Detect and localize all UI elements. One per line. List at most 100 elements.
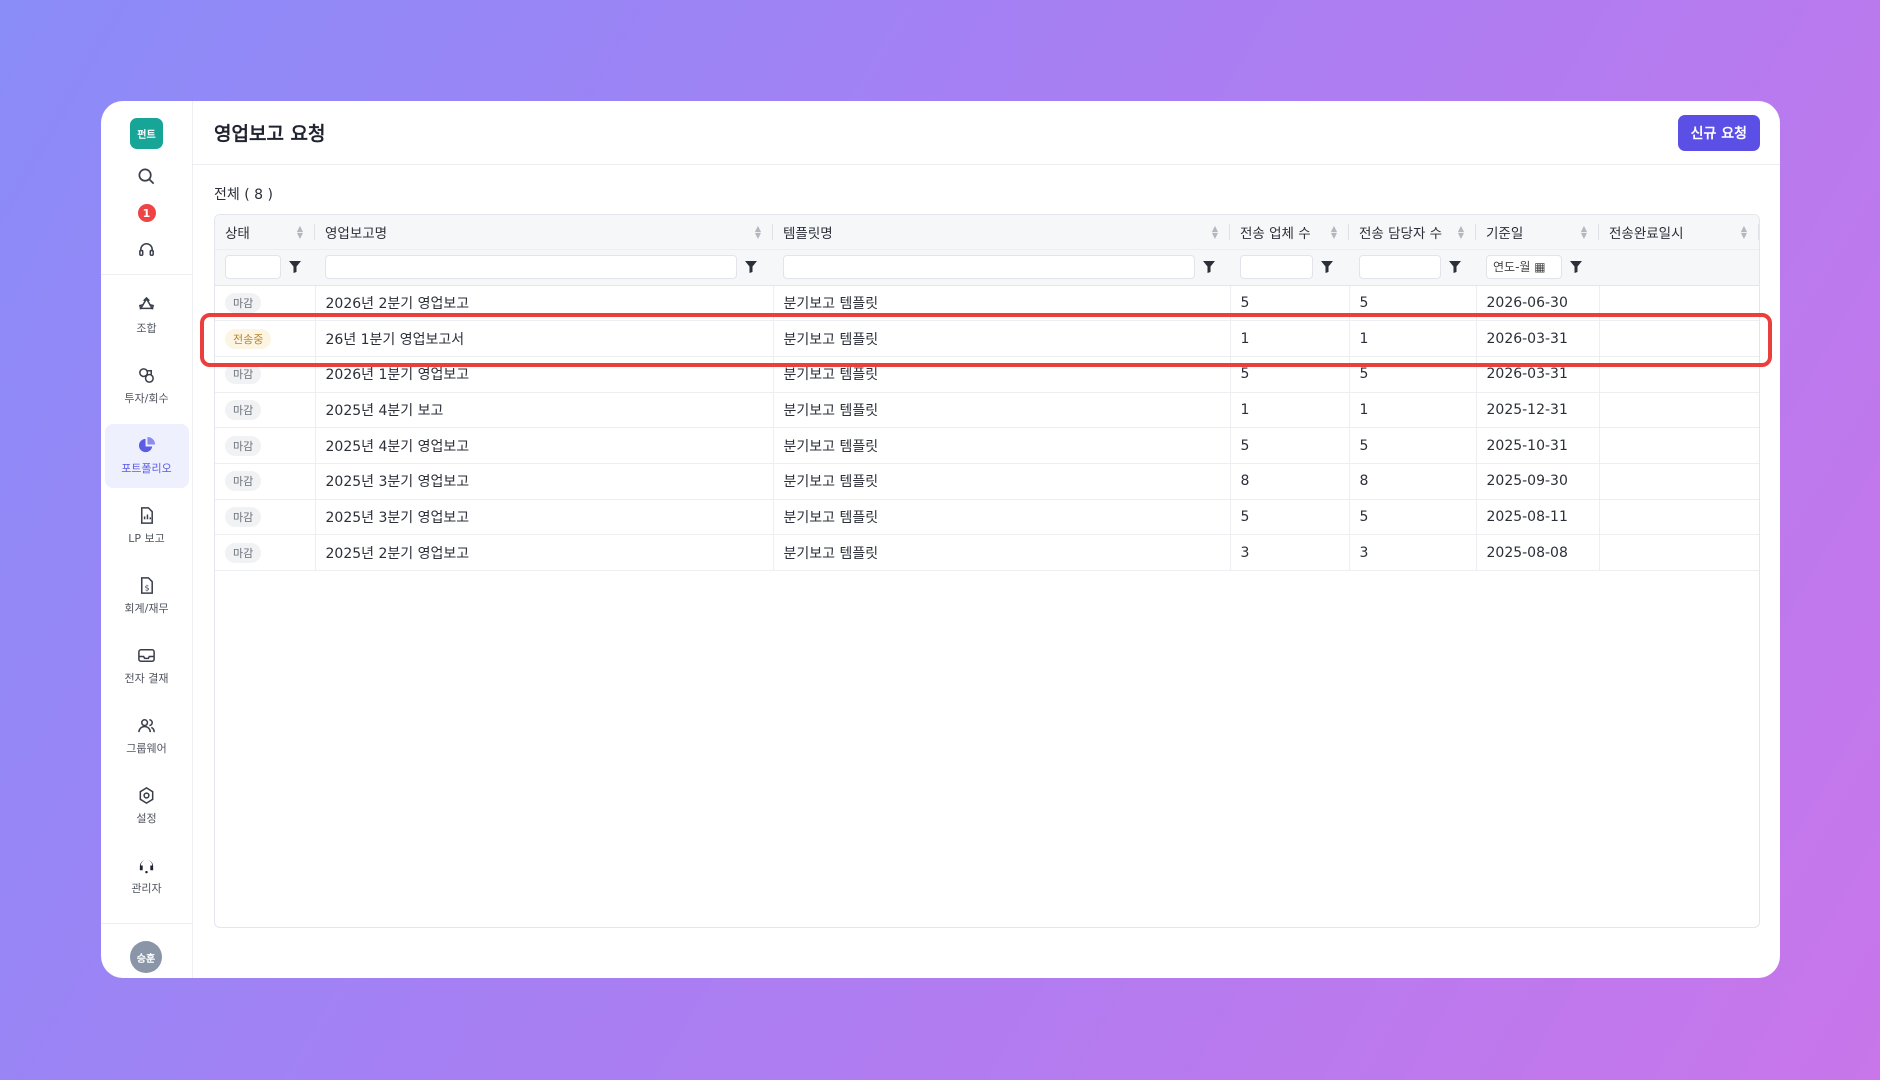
sidebar-item-admin[interactable]: 관리자 (105, 844, 189, 908)
table-row[interactable]: 마감 2025년 4분기 영업보고 분기보고 템플릿 5 5 2025-10-31 (215, 427, 1759, 464)
table-cell-companies: 3 (1230, 534, 1350, 571)
sidebar-item-accounting[interactable]: $ 회계/재무 (105, 564, 189, 628)
sidebar-divider (101, 274, 193, 275)
table-row[interactable]: 마감 2026년 1분기 영업보고 분기보고 템플릿 5 5 2026-03-31 (215, 356, 1759, 393)
table-cell-managers: 3 (1349, 534, 1477, 571)
table-cell-managers: 1 (1349, 320, 1477, 357)
column-header-manager-count[interactable]: 전송 담당자 수 ▲ ▼ (1349, 215, 1476, 250)
table-cell-managers: 5 (1349, 499, 1477, 536)
column-label: 상태 (225, 225, 250, 242)
filter-icon[interactable] (1203, 261, 1215, 273)
table-cell-base-date: 2026-03-31 (1476, 356, 1600, 393)
filter-icon[interactable] (289, 261, 301, 273)
sort-icon[interactable]: ▲ ▼ (755, 225, 761, 240)
people-icon (138, 719, 155, 733)
manager-count-filter-input[interactable] (1359, 255, 1441, 279)
accounting-icon: $ (140, 577, 153, 594)
sidebar-item-lp-report[interactable]: LP 보고 (105, 494, 189, 558)
table-cell-status: 마감 (215, 392, 316, 429)
sidebar-item-settings[interactable]: 설정 (105, 774, 189, 838)
status-badge: 마감 (225, 399, 262, 420)
table-cell-status: 마감 (215, 427, 316, 464)
sort-icon[interactable]: ▲ ▼ (1581, 225, 1587, 240)
base-date-filter-input[interactable]: 연도-월 ▦ (1486, 255, 1562, 279)
table-cell-status: 마감 (215, 499, 316, 536)
filter-row: 연도-월 ▦ (215, 249, 1759, 286)
sidebar-item-investment[interactable]: 투자/회수 (105, 354, 189, 418)
table-row[interactable]: 마감 2025년 2분기 영업보고 분기보고 템플릿 3 3 2025-08-08 (215, 534, 1759, 571)
table-row[interactable]: 마감 2025년 3분기 영업보고 분기보고 템플릿 5 5 2025-08-11 (215, 499, 1759, 536)
sidebar-item-approval[interactable]: 전자 결재 (105, 634, 189, 698)
status-filter-input[interactable] (225, 255, 281, 279)
table-cell-template: 분기보고 템플릿 (773, 427, 1231, 464)
headset-icon (139, 242, 154, 256)
sidebar-item-label: 조합 (136, 322, 157, 335)
table-cell-base-date: 2026-03-31 (1476, 320, 1600, 357)
sort-icon[interactable]: ▲ ▼ (1741, 225, 1747, 240)
column-header-base-date[interactable]: 기준일 ▲ ▼ (1476, 215, 1599, 250)
table-cell-name: 2025년 2분기 영업보고 (315, 534, 774, 571)
column-label: 영업보고명 (325, 225, 388, 242)
filter-icon[interactable] (1570, 261, 1582, 273)
column-header-report-name[interactable]: 영업보고명 ▲ ▼ (315, 215, 773, 250)
sidebar-item-groupware[interactable]: 그룹웨어 (105, 704, 189, 768)
column-header-company-count[interactable]: 전송 업체 수 ▲ ▼ (1230, 215, 1349, 250)
filter-icon[interactable] (1449, 261, 1461, 273)
sidebar-item-fund[interactable]: 조합 (105, 284, 189, 348)
table-row[interactable]: 마감 2026년 2분기 영업보고 분기보고 템플릿 5 5 2026-06-30 (215, 285, 1759, 322)
support-button[interactable] (101, 237, 193, 261)
avatar[interactable]: 승훈 (130, 941, 162, 973)
filter-icon[interactable] (1321, 261, 1333, 273)
new-request-button[interactable]: 신규 요청 (1677, 114, 1760, 151)
column-header-status[interactable]: 상태 ▲ ▼ (215, 215, 315, 250)
app-logo[interactable]: 펀트 (130, 118, 163, 149)
column-header-template[interactable]: 템플릿명 ▲ ▼ (773, 215, 1230, 250)
table-cell-base-date: 2025-10-31 (1476, 427, 1600, 464)
status-badge: 전송중 (225, 328, 272, 349)
table-row[interactable]: 마감 2025년 4분기 보고 분기보고 템플릿 1 1 2025-12-31 (215, 392, 1759, 429)
sort-icon[interactable]: ▲ ▼ (1458, 225, 1464, 240)
column-header-completed-at[interactable]: 전송완료일시 ▲ ▼ (1599, 215, 1759, 250)
company-count-filter-input[interactable] (1240, 255, 1313, 279)
sidebar-item-portfolio[interactable]: 포트폴리오 (104, 424, 189, 488)
column-label: 전송 담당자 수 (1359, 225, 1443, 242)
table-cell-managers: 1 (1349, 392, 1477, 429)
table-cell-status: 전송중 (215, 320, 316, 357)
sidebar-item-label: 전자 결재 (124, 672, 169, 685)
table-cell-base-date: 2025-09-30 (1476, 463, 1600, 500)
sidebar: 펀트 1 조합 투자/회수 포트폴리오 LP 보고 $ 회계/재무 전자 결재 … (101, 101, 193, 978)
template-filter-input[interactable] (783, 255, 1195, 279)
app-window: 펀트 1 조합 투자/회수 포트폴리오 LP 보고 $ 회계/재무 전자 결재 … (101, 101, 1780, 978)
calendar-icon: ▦ (1534, 260, 1546, 274)
table-cell-managers: 8 (1349, 463, 1477, 500)
sidebar-item-label: 그룹웨어 (126, 742, 167, 755)
page-header: 영업보고 요청 신규 요청 (193, 101, 1780, 165)
status-badge: 마감 (225, 471, 262, 492)
table-row[interactable]: 마감 2025년 3분기 영업보고 분기보고 템플릿 8 8 2025-09-30 (215, 463, 1759, 500)
sidebar-item-label: 투자/회수 (124, 392, 169, 405)
table-cell-base-date: 2025-08-11 (1476, 499, 1600, 536)
sort-icon[interactable]: ▲ ▼ (297, 225, 303, 240)
status-badge: 마감 (225, 435, 262, 456)
sort-icon[interactable]: ▲ ▼ (1331, 225, 1337, 240)
filter-icon[interactable] (745, 261, 757, 273)
table-cell-companies: 1 (1230, 392, 1350, 429)
table-cell-template: 분기보고 템플릿 (773, 499, 1231, 536)
table-cell-companies: 5 (1230, 499, 1350, 536)
report-request-table: 상태 ▲ ▼ 영업보고명 ▲ ▼ 템플릿명 ▲ ▼ 전송 업체 수 ▲ ▼ 전송 담당자 수 ▲ ▼… (214, 214, 1760, 928)
notification-button[interactable]: 1 (101, 203, 193, 223)
table-row[interactable]: 전송중 26년 1분기 영업보고서 분기보고 템플릿 1 1 2026-03-31 (215, 320, 1759, 357)
status-badge: 마감 (225, 364, 262, 385)
date-placeholder: 연도-월 (1493, 260, 1531, 274)
sort-icon[interactable]: ▲ ▼ (1212, 225, 1218, 240)
sidebar-item-label: 포트폴리오 (121, 462, 172, 475)
search-button[interactable] (101, 163, 193, 189)
pie-chart-icon (138, 436, 156, 453)
table-cell-companies: 1 (1230, 320, 1350, 357)
table-cell-companies: 5 (1230, 285, 1350, 322)
table-cell-completed (1599, 320, 1759, 357)
report-name-filter-input[interactable] (325, 255, 737, 279)
inbox-icon (138, 649, 155, 662)
sidebar-item-label: 회계/재무 (124, 602, 169, 615)
table-cell-base-date: 2026-06-30 (1476, 285, 1600, 322)
